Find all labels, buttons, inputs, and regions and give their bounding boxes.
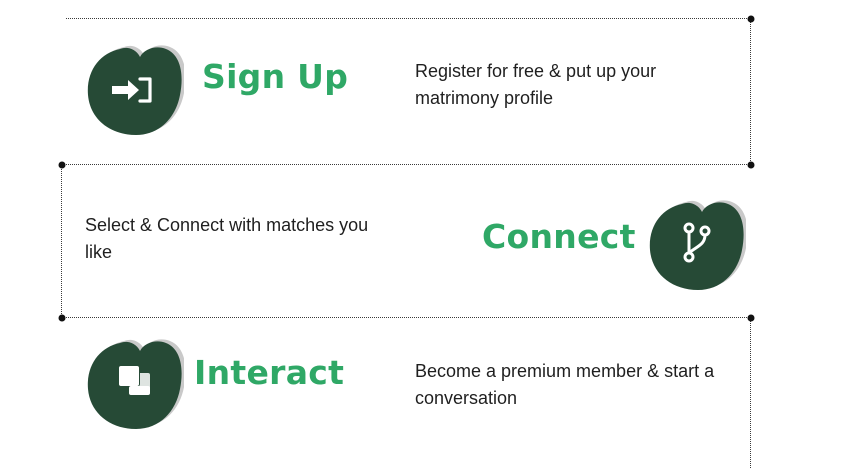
step-title: Sign Up [202,57,349,96]
step-icon-badge [84,43,184,138]
connector-dot [58,314,66,322]
connector-dot [747,15,755,23]
step-title: Interact [194,353,345,392]
step-title: Connect [482,217,636,256]
step-description: Become a premium member & start a conver… [415,361,715,408]
connector-line-left [61,165,62,318]
connector-dot [747,161,755,169]
connector-line-middle-2 [62,317,751,318]
connector-line-top [66,18,751,19]
step-description: Select & Connect with matches you like [85,215,369,262]
step-icon-badge [84,337,184,432]
connector-dot [58,161,66,169]
connector-line-middle-1 [62,164,751,165]
connector-dot [747,314,755,322]
connector-line-right-1 [750,19,751,165]
connector-line-right-2 [750,318,751,468]
step-icon-badge [646,198,746,293]
step-description: Register for free & put up your matrimon… [415,61,657,108]
